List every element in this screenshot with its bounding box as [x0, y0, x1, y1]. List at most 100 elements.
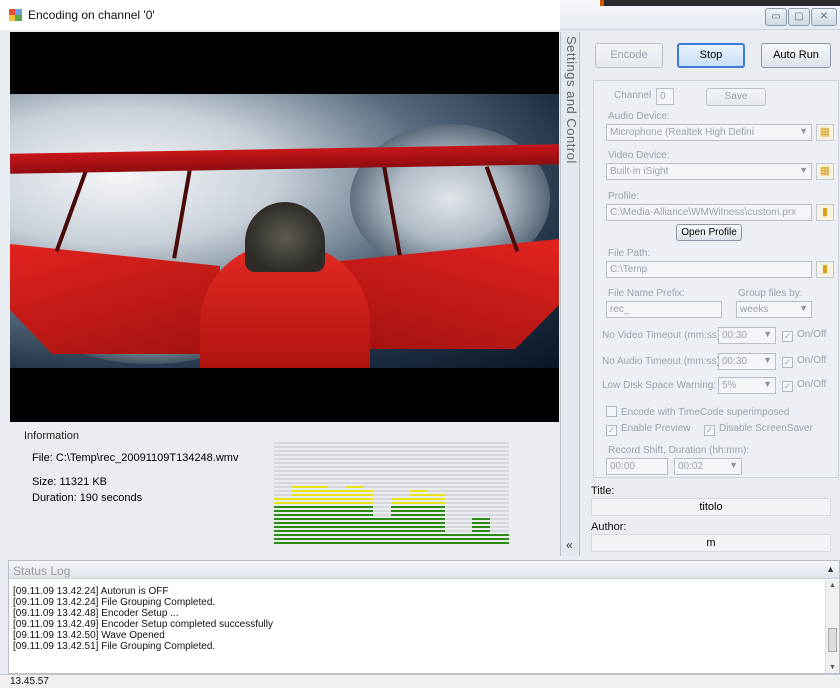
checkbox-icon: ✓ [704, 425, 715, 436]
enable-preview-label: Enable Preview [621, 423, 691, 434]
status-log-header[interactable]: Status Log ▲ [9, 561, 839, 579]
video-frame [10, 94, 559, 368]
no-audio-timeout-label: No Audio Timeout (mm:ss): [602, 356, 723, 367]
prefix-label: File Name Prefix: [608, 288, 685, 299]
chevron-down-icon: ▼ [799, 165, 808, 175]
audio-device-select[interactable]: Microphone (Realtek High Defini ▼ [606, 124, 812, 141]
no-audio-timeout-value: 00:30 [722, 356, 748, 367]
group-files-value: weeks [740, 304, 769, 315]
device-settings-icon[interactable]: ▦ [816, 163, 834, 180]
checkbox-icon: ✓ [782, 357, 793, 368]
title-field[interactable]: titolo [591, 498, 831, 516]
enable-preview-checkbox[interactable]: ✓ Enable Preview [606, 423, 690, 436]
log-line: [09.11.09 13.42.48] Encoder Setup ... [13, 608, 179, 619]
stop-button[interactable]: Stop [677, 43, 745, 68]
scroll-down-icon[interactable]: ▼ [829, 664, 836, 671]
checkbox-icon: ✓ [782, 381, 793, 392]
log-line: [09.11.09 13.42.50] Wave Opened [13, 630, 165, 641]
log-line: [09.11.09 13.42.24] Autorun is OFF [13, 586, 169, 597]
record-shift-field[interactable]: 00:00 [606, 458, 668, 475]
settings-panel: Encode Stop Auto Run Channel 0 Save Audi… [583, 32, 840, 556]
profile-label: Profile: [608, 191, 640, 202]
onoff-label: On/Off [797, 355, 827, 366]
duration-value: 00:02 [678, 461, 704, 472]
video-preview [10, 32, 559, 422]
folder-icon[interactable]: ▮ [816, 261, 834, 278]
disable-screensaver-checkbox[interactable]: ✓ Disable ScreenSaver [704, 423, 813, 436]
title-label: Title: [591, 485, 615, 497]
expand-icon[interactable]: ▲ [826, 564, 835, 574]
settings-splitter[interactable]: Settings and Control « [560, 32, 580, 556]
profile-field[interactable]: C:\Media-Alliance\WMWitness\custom.prx [606, 204, 812, 221]
onoff-label: On/Off [797, 329, 827, 340]
low-disk-select[interactable]: 5% ▼ [718, 377, 776, 394]
save-button[interactable]: Save [706, 88, 766, 106]
maximize-button[interactable]: ▢ [788, 8, 810, 26]
video-device-label: Video Device: [608, 150, 670, 161]
app-icon [9, 9, 22, 21]
close-button[interactable]: ✕ [811, 8, 837, 26]
log-line: [09.11.09 13.42.49] Encoder Setup comple… [13, 619, 273, 630]
video-device-value: Built-in iSight [610, 166, 669, 177]
open-profile-button[interactable]: Open Profile [676, 224, 742, 241]
status-time: 13.45.57 [10, 676, 49, 687]
duration-select[interactable]: 00:02 ▼ [674, 458, 742, 475]
disable-screensaver-label: Disable ScreenSaver [719, 423, 813, 434]
log-scrollbar[interactable]: ▲ ▼ [825, 580, 839, 673]
no-video-timeout-select[interactable]: 00:30 ▼ [718, 327, 776, 344]
no-video-onoff-checkbox[interactable]: ✓ On/Off [782, 329, 826, 342]
encode-button[interactable]: Encode [595, 43, 663, 68]
chevron-down-icon: ▼ [763, 355, 772, 365]
audio-level-meter [274, 442, 518, 548]
no-audio-timeout-select[interactable]: 00:30 ▼ [718, 353, 776, 370]
meter-bar [499, 442, 509, 546]
chevron-down-icon: ▼ [799, 126, 808, 136]
chevron-down-icon: ▼ [729, 460, 738, 470]
status-log-title: Status Log [13, 564, 71, 578]
low-disk-onoff-checkbox[interactable]: ✓ On/Off [782, 379, 826, 392]
low-disk-value: 5% [722, 380, 737, 391]
author-field[interactable]: m [591, 534, 831, 552]
group-files-label: Group files by: [738, 288, 803, 299]
information-group: Information File: C:\Temp\rec_20091109T1… [14, 430, 258, 554]
folder-icon[interactable]: ▮ [816, 204, 834, 221]
scroll-up-icon[interactable]: ▲ [829, 582, 836, 589]
chevron-down-icon: ▼ [799, 303, 808, 313]
checkbox-icon: ✓ [782, 331, 793, 342]
checkbox-icon: ✓ [606, 425, 617, 436]
chevron-down-icon: ▼ [763, 379, 772, 389]
log-line: [09.11.09 13.42.24] File Grouping Comple… [13, 597, 216, 608]
channel-field[interactable]: 0 [656, 88, 674, 105]
author-label: Author: [591, 521, 627, 533]
background-window-edge [600, 0, 840, 6]
audio-device-label: Audio Device: [608, 111, 670, 122]
minimize-button[interactable]: ▭ [765, 8, 787, 26]
checkbox-icon [606, 406, 617, 417]
title-bar: Encoding on channel '0' ▭ ▢ ✕ [0, 0, 840, 30]
file-path-label: File Path: [608, 248, 651, 259]
video-device-select[interactable]: Built-in iSight ▼ [606, 163, 812, 180]
status-log: Status Log ▲ [09.11.09 13.42.24] Autorun… [8, 560, 840, 674]
audio-device-value: Microphone (Realtek High Defini [610, 127, 754, 138]
low-disk-label: Low Disk Space Warning: [602, 380, 717, 391]
no-video-timeout-value: 00:30 [722, 330, 748, 341]
timecode-checkbox[interactable]: Encode with TimeCode superimposed [606, 406, 789, 418]
log-line: [09.11.09 13.42.51] File Grouping Comple… [13, 641, 216, 652]
group-files-select[interactable]: weeks ▼ [736, 301, 812, 318]
scroll-thumb[interactable] [828, 628, 837, 652]
duration-info: Duration: 190 seconds [32, 492, 143, 504]
record-shift-label: Record Shift, Duration (hh:mm): [608, 445, 750, 456]
information-title: Information [24, 430, 80, 442]
device-settings-icon[interactable]: ▦ [816, 124, 834, 141]
status-bar: 13.45.57 [0, 674, 840, 688]
no-video-timeout-label: No Video Timeout (mm:ss): [602, 330, 723, 341]
prefix-field[interactable]: rec_ [606, 301, 722, 318]
timecode-label: Encode with TimeCode superimposed [621, 407, 790, 418]
window-title: Encoding on channel '0' [28, 8, 155, 22]
auto-run-button[interactable]: Auto Run [761, 43, 831, 68]
onoff-label: On/Off [797, 379, 827, 390]
collapse-icon[interactable]: « [566, 538, 573, 552]
no-audio-onoff-checkbox[interactable]: ✓ On/Off [782, 355, 826, 368]
file-path-field[interactable]: C:\Temp [606, 261, 812, 278]
settings-box: Channel 0 Save Audio Device: Microphone … [593, 80, 839, 478]
